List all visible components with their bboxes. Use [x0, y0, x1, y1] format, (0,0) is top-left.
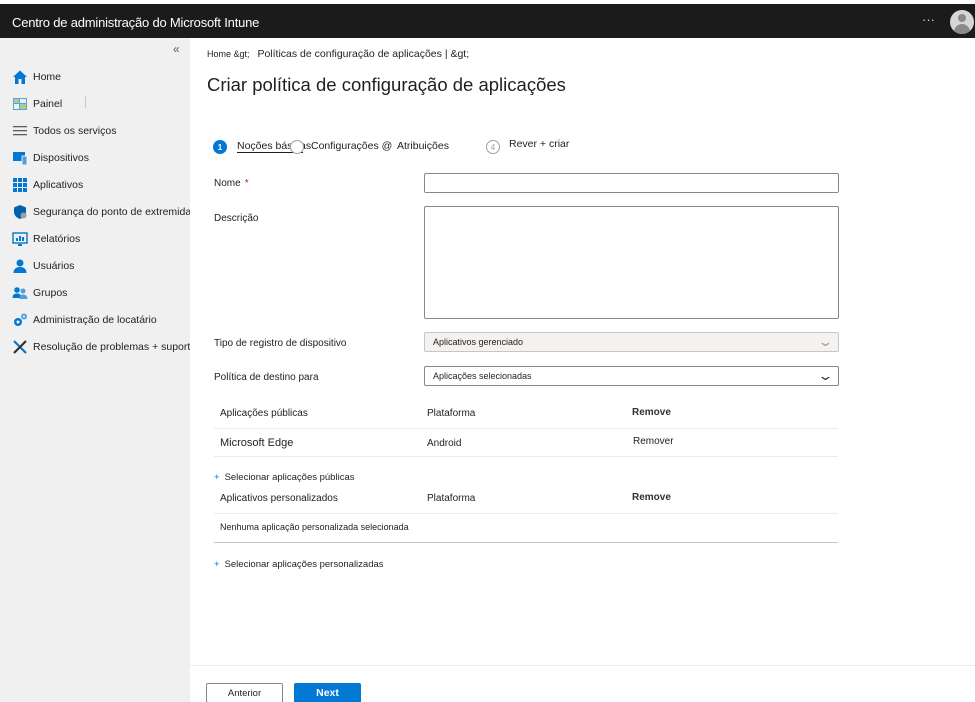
description-label: Descrição: [214, 213, 259, 224]
sidebar-item-label: Painel: [33, 98, 63, 110]
table-row: Microsoft Edge Android Remover: [214, 429, 838, 457]
step-4-marker: 4: [486, 140, 500, 154]
apps-grid-icon: [12, 177, 28, 193]
sidebar: « Home Painel Todos os serviços Disposit…: [0, 38, 203, 702]
sidebar-item-troubleshooting[interactable]: Resolução de problemas + suporte: [12, 337, 196, 357]
description-textarea[interactable]: [424, 206, 839, 319]
sidebar-item-dashboard[interactable]: Painel: [12, 94, 62, 114]
table-row: Nenhuma aplicação personalizada selecion…: [214, 514, 838, 543]
enrollment-type-label: Tipo de registro de dispositivo: [214, 338, 347, 349]
public-apps-header: Aplicações públicas Plataforma Remove: [214, 399, 838, 429]
user-avatar-icon[interactable]: [950, 10, 974, 34]
sidebar-item-label: Dispositivos: [33, 152, 90, 164]
name-input[interactable]: [424, 173, 839, 193]
dashboard-icon: [12, 96, 28, 112]
sidebar-item-apps[interactable]: Aplicativos: [12, 175, 83, 195]
sidebar-item-groups[interactable]: Grupos: [12, 283, 67, 303]
target-policy-value: Aplicações selecionadas: [433, 371, 532, 381]
sidebar-item-devices[interactable]: Dispositivos: [12, 148, 89, 168]
breadcrumb-home[interactable]: Home &gt;: [207, 49, 250, 59]
troubleshoot-icon: [12, 339, 28, 355]
target-policy-select[interactable]: Aplicações selecionadas ⌄: [424, 366, 839, 386]
collapse-sidebar-icon[interactable]: «: [173, 42, 180, 56]
previous-button[interactable]: Anterior: [206, 683, 283, 702]
sidebar-item-all-services[interactable]: Todos os serviços: [12, 121, 116, 141]
sidebar-item-label: Usuários: [33, 260, 75, 272]
top-bar: Centro de administração do Microsoft Int…: [0, 0, 975, 38]
step-1-marker: 1: [213, 140, 227, 154]
tab-review-create[interactable]: Rever + criar: [509, 138, 569, 150]
reports-icon: [12, 231, 28, 247]
chevron-down-icon: ⌄: [817, 334, 834, 349]
page-title: Criar política de configuração de aplica…: [207, 74, 566, 95]
more-options-icon[interactable]: ···: [922, 12, 935, 27]
plus-icon: +: [214, 472, 220, 483]
sidebar-item-label: Aplicativos: [33, 179, 84, 191]
main-content: Home &gt; Políticas de configuração de a…: [190, 38, 975, 702]
sidebar-item-label: Resolução de problemas + suporte: [33, 341, 197, 353]
plus-icon: +: [214, 559, 220, 570]
footer-bar: Anterior Next: [190, 665, 975, 702]
sidebar-item-reports[interactable]: Relatórios: [12, 229, 80, 249]
column-header: Plataforma: [427, 493, 476, 504]
column-header: Aplicações públicas: [220, 408, 308, 419]
tab-settings[interactable]: Configurações @: [311, 140, 392, 152]
target-policy-label: Política de destino para: [214, 372, 319, 383]
sidebar-item-label: Relatórios: [33, 233, 81, 245]
app-platform: Android: [427, 438, 462, 449]
devices-icon: [12, 150, 28, 166]
chevron-down-icon[interactable]: ⌄: [817, 369, 833, 382]
sidebar-item-users[interactable]: Usuários: [12, 256, 74, 276]
sidebar-item-label: Home: [33, 71, 62, 83]
user-icon: [12, 258, 28, 274]
sidebar-item-home[interactable]: Home: [12, 67, 61, 87]
sidebar-item-label: Grupos: [33, 287, 68, 299]
column-header: Remove: [632, 492, 671, 503]
enrollment-type-value: Aplicativos gerenciado: [433, 337, 524, 347]
select-public-apps-link[interactable]: + Selecionar aplicações públicas: [214, 472, 354, 483]
tab-assignments[interactable]: Atribuições: [397, 140, 449, 152]
name-label: Nome *: [214, 178, 249, 189]
app-title[interactable]: Centro de administração do Microsoft Int…: [12, 15, 259, 30]
shield-icon: [12, 204, 28, 220]
column-header: Aplicativos personalizados: [220, 493, 338, 504]
next-button[interactable]: Next: [294, 683, 361, 702]
select-custom-apps-link[interactable]: + Selecionar aplicações personalizadas: [214, 559, 384, 570]
sidebar-item-label: Todos os serviços: [33, 125, 117, 137]
custom-apps-header: Aplicativos personalizados Plataforma Re…: [214, 484, 838, 514]
sidebar-item-endpoint-security[interactable]: Segurança do ponto de extremidade: [12, 202, 203, 222]
app-name: Microsoft Edge: [220, 437, 294, 449]
column-header: Remove: [632, 407, 671, 418]
tenant-admin-icon: [12, 312, 28, 328]
breadcrumb: Home &gt; Políticas de configuração de a…: [207, 48, 469, 60]
sidebar-item-tenant-admin[interactable]: Administração de locatário: [12, 310, 157, 330]
remove-app-button[interactable]: Remover: [633, 436, 674, 447]
sidebar-item-label: Segurança do ponto de extremidade: [33, 206, 203, 218]
divider: [85, 96, 86, 108]
breadcrumb-current[interactable]: Políticas de configuração de aplicações …: [257, 48, 469, 60]
groups-icon: [12, 285, 28, 301]
step-2-marker: [290, 140, 304, 154]
enrollment-type-select: Aplicativos gerenciado ⌄: [424, 332, 839, 352]
required-mark: *: [244, 178, 249, 189]
sidebar-item-label: Administração de locatário: [33, 314, 157, 326]
home-icon: [12, 69, 28, 85]
column-header: Plataforma: [427, 408, 476, 419]
list-icon: [12, 123, 28, 139]
empty-message: Nenhuma aplicação personalizada selecion…: [220, 522, 409, 532]
